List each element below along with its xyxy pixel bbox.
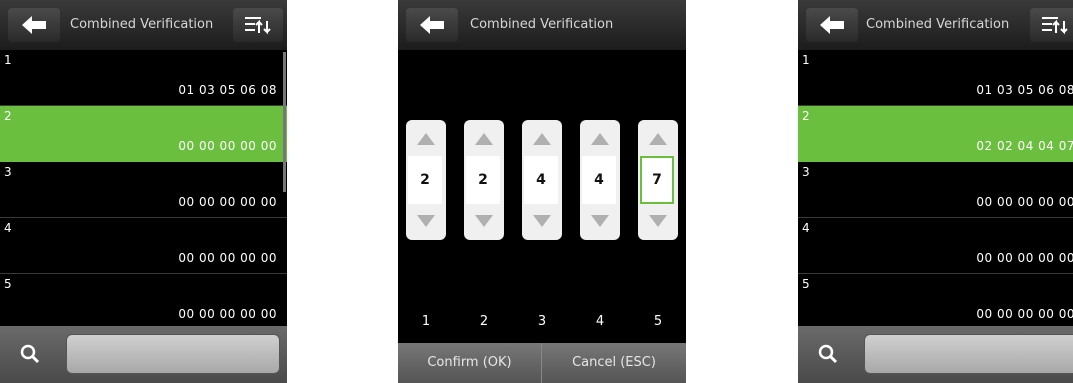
bottom-bar — [0, 326, 287, 383]
column-label: 2 — [479, 314, 489, 329]
decrement-button[interactable] — [406, 206, 446, 236]
item-index: 5 — [4, 277, 12, 291]
search-input[interactable] — [66, 334, 280, 374]
back-button[interactable] — [806, 8, 858, 42]
item-code: 00 00 00 00 00 — [178, 139, 277, 153]
item-index: 1 — [4, 53, 12, 67]
column-label: 5 — [653, 314, 663, 329]
list-item[interactable]: 4 00 00 00 00 00 — [0, 218, 287, 274]
item-index: 1 — [802, 53, 810, 67]
increment-button[interactable] — [638, 124, 678, 154]
item-code: 00 00 00 00 00 — [976, 251, 1073, 265]
verification-list: 1 01 03 05 06 08 2 02 02 04 04 07 3 00 00 0… — [798, 50, 1073, 330]
item-index: 2 — [4, 109, 12, 123]
increment-button[interactable] — [522, 124, 562, 154]
column-label: 3 — [537, 314, 547, 329]
decrement-button[interactable] — [580, 206, 620, 236]
increment-button[interactable] — [580, 124, 620, 154]
title-bar: Combined Verification — [398, 0, 686, 50]
search-input[interactable] — [864, 334, 1073, 374]
sort-menu-icon — [1042, 17, 1068, 35]
list-item[interactable]: 4 00 00 00 00 00 — [798, 218, 1073, 274]
digit-value[interactable]: 4 — [524, 156, 558, 204]
sort-menu-icon — [245, 17, 271, 35]
digit-spinner-2: 2 — [464, 120, 504, 240]
page-title: Combined Verification — [470, 17, 614, 32]
item-code: 00 00 00 00 00 — [976, 307, 1073, 321]
up-triangle-icon — [475, 133, 493, 145]
digit-spinner-1: 2 — [406, 120, 446, 240]
search-icon — [20, 344, 40, 364]
item-index: 4 — [4, 221, 12, 235]
title-bar: Combined Verification — [0, 0, 287, 50]
list-item[interactable]: 3 00 00 00 00 00 — [0, 162, 287, 218]
digit-value-active[interactable]: 7 — [640, 156, 674, 204]
title-bar: Combined Verification — [798, 0, 1073, 50]
up-triangle-icon — [649, 133, 667, 145]
sort-menu-button[interactable] — [233, 8, 283, 42]
back-button[interactable] — [8, 8, 60, 42]
digit-spinner-3: 4 — [522, 120, 562, 240]
down-triangle-icon — [649, 215, 667, 227]
down-triangle-icon — [591, 215, 609, 227]
decrement-button[interactable] — [464, 206, 504, 236]
column-label: 1 — [421, 314, 431, 329]
screen-editor: Combined Verification 2 2 4 4 7 1 2 3 4 … — [398, 0, 686, 383]
item-code: 02 02 04 04 07 — [976, 139, 1073, 153]
item-code: 00 00 00 00 00 — [178, 307, 277, 321]
item-index: 2 — [802, 109, 810, 123]
search-button[interactable] — [806, 336, 850, 372]
scrollbar[interactable] — [283, 52, 286, 192]
page-title: Combined Verification — [70, 17, 214, 32]
list-item[interactable]: 5 00 00 00 00 00 — [798, 274, 1073, 330]
item-code: 01 03 05 06 08 — [178, 83, 277, 97]
digit-value[interactable]: 2 — [408, 156, 442, 204]
item-index: 3 — [4, 165, 12, 179]
up-triangle-icon — [417, 133, 435, 145]
page-title: Combined Verification — [866, 17, 1010, 32]
increment-button[interactable] — [464, 124, 504, 154]
down-triangle-icon — [533, 215, 551, 227]
down-triangle-icon — [417, 215, 435, 227]
verification-list: 1 01 03 05 06 08 2 00 00 00 00 00 3 00 00 0… — [0, 50, 287, 330]
back-arrow-icon — [820, 16, 844, 34]
column-label: 4 — [595, 314, 605, 329]
search-button[interactable] — [8, 336, 52, 372]
increment-button[interactable] — [406, 124, 446, 154]
item-code: 00 00 00 00 00 — [178, 195, 277, 209]
bottom-bar — [798, 326, 1073, 383]
digit-value[interactable]: 4 — [582, 156, 616, 204]
digit-spinner-5: 7 — [638, 120, 678, 240]
decrement-button[interactable] — [638, 206, 678, 236]
digit-value[interactable]: 2 — [466, 156, 500, 204]
item-index: 3 — [802, 165, 810, 179]
item-code: 00 00 00 00 00 — [178, 251, 277, 265]
cancel-button[interactable]: Cancel (ESC) — [542, 343, 686, 383]
item-index: 5 — [802, 277, 810, 291]
up-triangle-icon — [533, 133, 551, 145]
back-button[interactable] — [406, 8, 458, 42]
item-index: 4 — [802, 221, 810, 235]
list-item[interactable]: 1 01 03 05 06 08 — [0, 50, 287, 106]
digit-spinner-4: 4 — [580, 120, 620, 240]
list-item[interactable]: 1 01 03 05 06 08 — [798, 50, 1073, 106]
list-item[interactable]: 3 00 00 00 00 00 — [798, 162, 1073, 218]
list-item-selected[interactable]: 2 00 00 00 00 00 — [0, 106, 287, 162]
list-item[interactable]: 5 00 00 00 00 00 — [0, 274, 287, 330]
down-triangle-icon — [475, 215, 493, 227]
up-triangle-icon — [591, 133, 609, 145]
item-code: 01 03 05 06 08 — [976, 83, 1073, 97]
back-arrow-icon — [420, 16, 444, 34]
screen-list-left: Combined Verification 1 01 03 05 06 08 2 0… — [0, 0, 287, 383]
action-bar: Confirm (OK) Cancel (ESC) — [398, 343, 686, 383]
list-item-selected[interactable]: 2 02 02 04 04 07 — [798, 106, 1073, 162]
sort-menu-button[interactable] — [1030, 8, 1073, 42]
confirm-button[interactable]: Confirm (OK) — [398, 343, 542, 383]
back-arrow-icon — [22, 16, 46, 34]
item-code: 00 00 00 00 00 — [976, 195, 1073, 209]
decrement-button[interactable] — [522, 206, 562, 236]
screen-list-right: Combined Verification 1 01 03 05 06 08 2 0… — [798, 0, 1073, 383]
search-icon — [818, 344, 838, 364]
